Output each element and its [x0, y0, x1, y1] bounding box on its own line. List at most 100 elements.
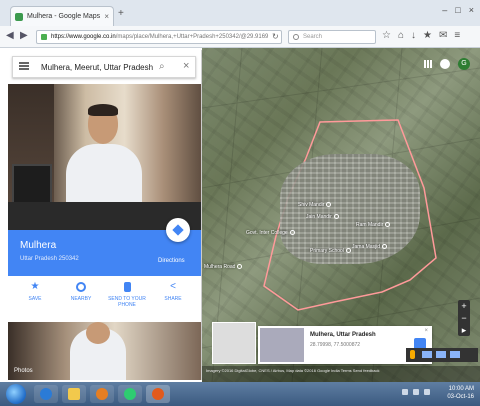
map-label[interactable]: Jain Mandir — [306, 214, 339, 220]
mail-icon[interactable]: ✉ — [439, 30, 447, 41]
layers-button[interactable]: ▸ — [458, 324, 470, 336]
map-footer: Imagery ©2016 DigitalGlobe, CNES / Airbu… — [202, 366, 480, 382]
directions-icon[interactable] — [166, 218, 190, 242]
url-host: https://www.google.co.in — [51, 34, 116, 40]
photo-person-head — [86, 322, 110, 344]
menu-icon[interactable]: ≡ — [454, 30, 460, 41]
nearby-icon — [76, 282, 86, 292]
close-window-button[interactable]: × — [469, 5, 474, 15]
back-button[interactable]: ◀ — [6, 30, 14, 41]
start-button[interactable] — [6, 384, 26, 404]
browser-search-input[interactable]: Search — [288, 30, 376, 44]
save-label: SAVE — [28, 296, 42, 302]
windows-taskbar: 10:00 AM 03-Oct-16 — [0, 382, 480, 406]
info-card-title: Mulhera, Uttar Pradesh — [310, 332, 376, 338]
browser-tabbar: Mulhera - Google Maps × + – □ × — [0, 0, 480, 26]
minimize-button[interactable]: – — [442, 5, 447, 15]
person-hair — [88, 104, 118, 116]
apps-grid-icon[interactable] — [424, 60, 432, 68]
map-label[interactable]: Govt. Inter College — [246, 230, 295, 236]
notifications-icon[interactable] — [440, 59, 450, 69]
photos-label: Photos — [14, 368, 33, 374]
street-view-controls — [406, 348, 478, 362]
thumbnail-icon[interactable] — [436, 351, 446, 358]
place-actions: ★ SAVE NEARBY SEND TO YOUR PHONE < SHARE — [8, 276, 201, 322]
maps-search-box[interactable]: Mulhera, Meerut, Uttar Pradesh ⌕ × — [12, 56, 196, 78]
firefox-icon — [152, 388, 164, 400]
directions-label[interactable]: Directions — [158, 258, 185, 264]
url-path: /maps/place/Mulhera,+Uttar+Pradesh+25034… — [115, 34, 269, 40]
taskbar-app[interactable] — [62, 385, 86, 403]
media-player-icon — [96, 388, 108, 400]
send-to-phone-label: SEND TO YOUR PHONE — [108, 296, 146, 308]
maximize-button[interactable]: □ — [455, 5, 460, 15]
volume-icon[interactable] — [424, 389, 430, 395]
send-to-phone-button[interactable]: SEND TO YOUR PHONE — [106, 282, 148, 308]
screen-root: Mulhera - Google Maps × + – □ × ◀ ▶ http… — [0, 0, 480, 406]
ie-icon — [40, 388, 52, 400]
home-icon[interactable]: ⌂ — [398, 30, 404, 41]
thumbnail-icon[interactable] — [422, 351, 432, 358]
search-icon[interactable]: ⌕ — [159, 61, 165, 72]
clock[interactable]: 10:00 AM 03-Oct-16 — [447, 385, 474, 401]
search-placeholder: Search — [303, 34, 323, 40]
place-title: Mulhera — [20, 240, 57, 251]
reload-button[interactable]: ↻ — [272, 32, 279, 41]
zoom-in-button[interactable]: + — [458, 300, 470, 312]
thumbnail-icon[interactable] — [450, 351, 460, 358]
lock-icon — [41, 34, 47, 40]
map-label[interactable]: Jama Masjid — [352, 244, 388, 250]
star-icon: ★ — [30, 281, 40, 292]
download-icon[interactable]: ↓ — [411, 30, 416, 41]
zoom-controls: + − ▸ — [458, 300, 470, 336]
zoom-out-button[interactable]: − — [458, 312, 470, 324]
close-icon[interactable]: × — [424, 328, 428, 334]
tab-close-icon[interactable]: × — [104, 12, 109, 21]
network-icon[interactable] — [413, 389, 419, 395]
browser-tab[interactable]: Mulhera - Google Maps × — [10, 6, 114, 26]
search-engine-icon — [293, 34, 299, 40]
place-hero-photo[interactable] — [8, 84, 201, 230]
place-info-panel: Mulhera Uttar Pradesh 250342 Directions — [8, 218, 201, 276]
bookmark-star-icon[interactable]: ☆ — [382, 30, 391, 41]
taskbar-app[interactable] — [34, 385, 58, 403]
info-card-coords: 28.79998, 77.5000872 — [310, 342, 361, 348]
save-button[interactable]: ★ SAVE — [14, 281, 56, 303]
avatar[interactable]: G — [458, 58, 470, 70]
search-query[interactable]: Mulhera, Meerut, Uttar Pradesh — [41, 63, 153, 72]
maps-favicon-icon — [15, 13, 23, 21]
tray-icon[interactable] — [402, 389, 408, 395]
address-bar[interactable]: https://www.google.co.in/maps/place/Mulh… — [36, 30, 282, 44]
map-label[interactable]: Primary School — [310, 248, 351, 254]
clock-time: 10:00 AM — [448, 386, 474, 392]
close-icon[interactable]: × — [183, 60, 189, 72]
tab-title: Mulhera - Google Maps — [27, 13, 101, 20]
taskbar-app[interactable] — [90, 385, 114, 403]
nearby-button[interactable]: NEARBY — [60, 282, 102, 302]
nearby-label: NEARBY — [70, 296, 92, 302]
share-icon: < — [170, 281, 176, 292]
folder-icon — [68, 388, 80, 400]
hamburger-menu-icon[interactable] — [19, 62, 29, 70]
share-label: SHARE — [164, 296, 182, 302]
monitor-decor — [12, 164, 52, 204]
phone-icon — [123, 282, 131, 292]
earth-toggle-thumbnail[interactable] — [212, 322, 256, 364]
chrome-icon — [124, 388, 136, 400]
map-label[interactable]: Shiv Mandir — [298, 202, 332, 208]
pegman-icon[interactable] — [410, 350, 415, 359]
new-tab-button[interactable]: + — [118, 8, 124, 19]
clock-date: 03-Oct-16 — [447, 394, 474, 400]
bookmarks-icon[interactable]: ★ — [423, 30, 432, 41]
share-button[interactable]: < SHARE — [152, 281, 194, 303]
taskbar-app-active[interactable] — [146, 385, 170, 403]
map-label[interactable]: Ram Mandir — [356, 222, 391, 228]
map-label[interactable]: Mulhera Road — [204, 264, 243, 270]
system-tray — [402, 389, 430, 395]
photos-strip[interactable]: Photos — [8, 322, 201, 380]
window-controls: – □ × — [442, 5, 474, 15]
satellite-map[interactable]: G Shiv Mandir Jain Mandir Govt. Inter Co… — [202, 48, 480, 382]
forward-button[interactable]: ▶ — [20, 30, 28, 41]
browser-navbar: ◀ ▶ https://www.google.co.in/maps/place/… — [0, 26, 480, 48]
taskbar-app[interactable] — [118, 385, 142, 403]
